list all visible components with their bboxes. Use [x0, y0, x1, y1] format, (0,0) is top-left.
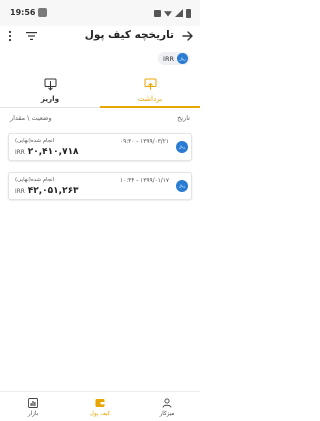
rial-badge: ریال [177, 53, 188, 64]
active-tab-indicator [100, 106, 200, 108]
transaction-date: ۱۳۹۹/۰۱/۱۷ - ۱۰:۴۴ [119, 178, 169, 184]
transaction-value: ۲۰,۴۱۰,۷۱۸ [27, 147, 79, 157]
currency-code: IRR [163, 54, 174, 63]
chart-icon [28, 397, 38, 408]
status-time: 19:56 [10, 8, 36, 17]
transaction-card[interactable]: ریال ۱۳۹۹/۰۱/۱۷ - ۱۰:۴۴ انجام شده(نهایی)… [8, 172, 192, 200]
wifi-icon [164, 11, 172, 17]
transaction-currency: IRR [15, 150, 25, 156]
transaction-amount: IRR ۲۰,۴۱۰,۷۱۸ [15, 147, 79, 157]
transaction-amount: IRR ۴۲,۰۵۱,۲۶۳ [15, 186, 79, 196]
filter-icon[interactable] [26, 31, 37, 41]
transaction-tabs: برداشت واریز [0, 70, 200, 108]
tab-deposit[interactable]: واریز [0, 70, 100, 108]
user-icon [162, 397, 172, 408]
wallet-out-icon [144, 78, 156, 90]
nav-wallet[interactable]: کیف پول [67, 392, 133, 421]
rial-badge: ریال [176, 141, 188, 153]
mute-icon [154, 9, 161, 17]
status-icons [154, 8, 191, 18]
transaction-status: انجام شده(نهایی) [15, 177, 55, 183]
tab-withdraw[interactable]: برداشت [100, 70, 200, 108]
transaction-date: ۱۳۹۹/۰۳/۲۱ - ۰۹:۳۰ [119, 139, 169, 145]
wallet-icon [95, 398, 105, 407]
column-headers: تاریخ وضعیت \ مقدار [0, 113, 200, 127]
column-status-amount: وضعیت \ مقدار [10, 114, 52, 122]
nav-desk-label: میزکار [159, 410, 175, 417]
transaction-status: انجام شده(نهایی) [15, 138, 55, 144]
tab-deposit-label: واریز [40, 94, 60, 103]
rial-badge: ریال [176, 180, 188, 192]
transaction-currency: IRR [15, 189, 25, 195]
nav-desk[interactable]: میزکار [134, 392, 200, 421]
signal-icon [175, 9, 183, 17]
tab-withdraw-label: برداشت [137, 94, 163, 103]
transaction-card[interactable]: ریال ۱۳۹۹/۰۳/۲۱ - ۰۹:۳۰ انجام شده(نهایی)… [8, 133, 192, 161]
transaction-value: ۴۲,۰۵۱,۲۶۳ [27, 186, 79, 196]
nav-wallet-label: کیف پول [89, 410, 111, 417]
wallet-in-icon [44, 78, 56, 91]
column-date: تاریخ [177, 114, 190, 122]
page-title: تاریخچه کیف پول [84, 29, 174, 41]
more-vertical-icon[interactable] [7, 30, 13, 42]
nav-market[interactable]: بازار [0, 392, 66, 421]
battery-icon [186, 8, 191, 18]
nav-market-label: بازار [27, 410, 39, 417]
arrow-right-icon [181, 31, 193, 41]
currency-chip[interactable]: IRR ریال [158, 52, 190, 65]
status-bar: 19:56 [0, 0, 200, 26]
notification-icon [38, 8, 47, 17]
back-button[interactable] [180, 29, 194, 43]
bottom-navigation: بازار کیف پول میزکار [0, 391, 200, 421]
app-header: تاریخچه کیف پول [0, 26, 200, 48]
